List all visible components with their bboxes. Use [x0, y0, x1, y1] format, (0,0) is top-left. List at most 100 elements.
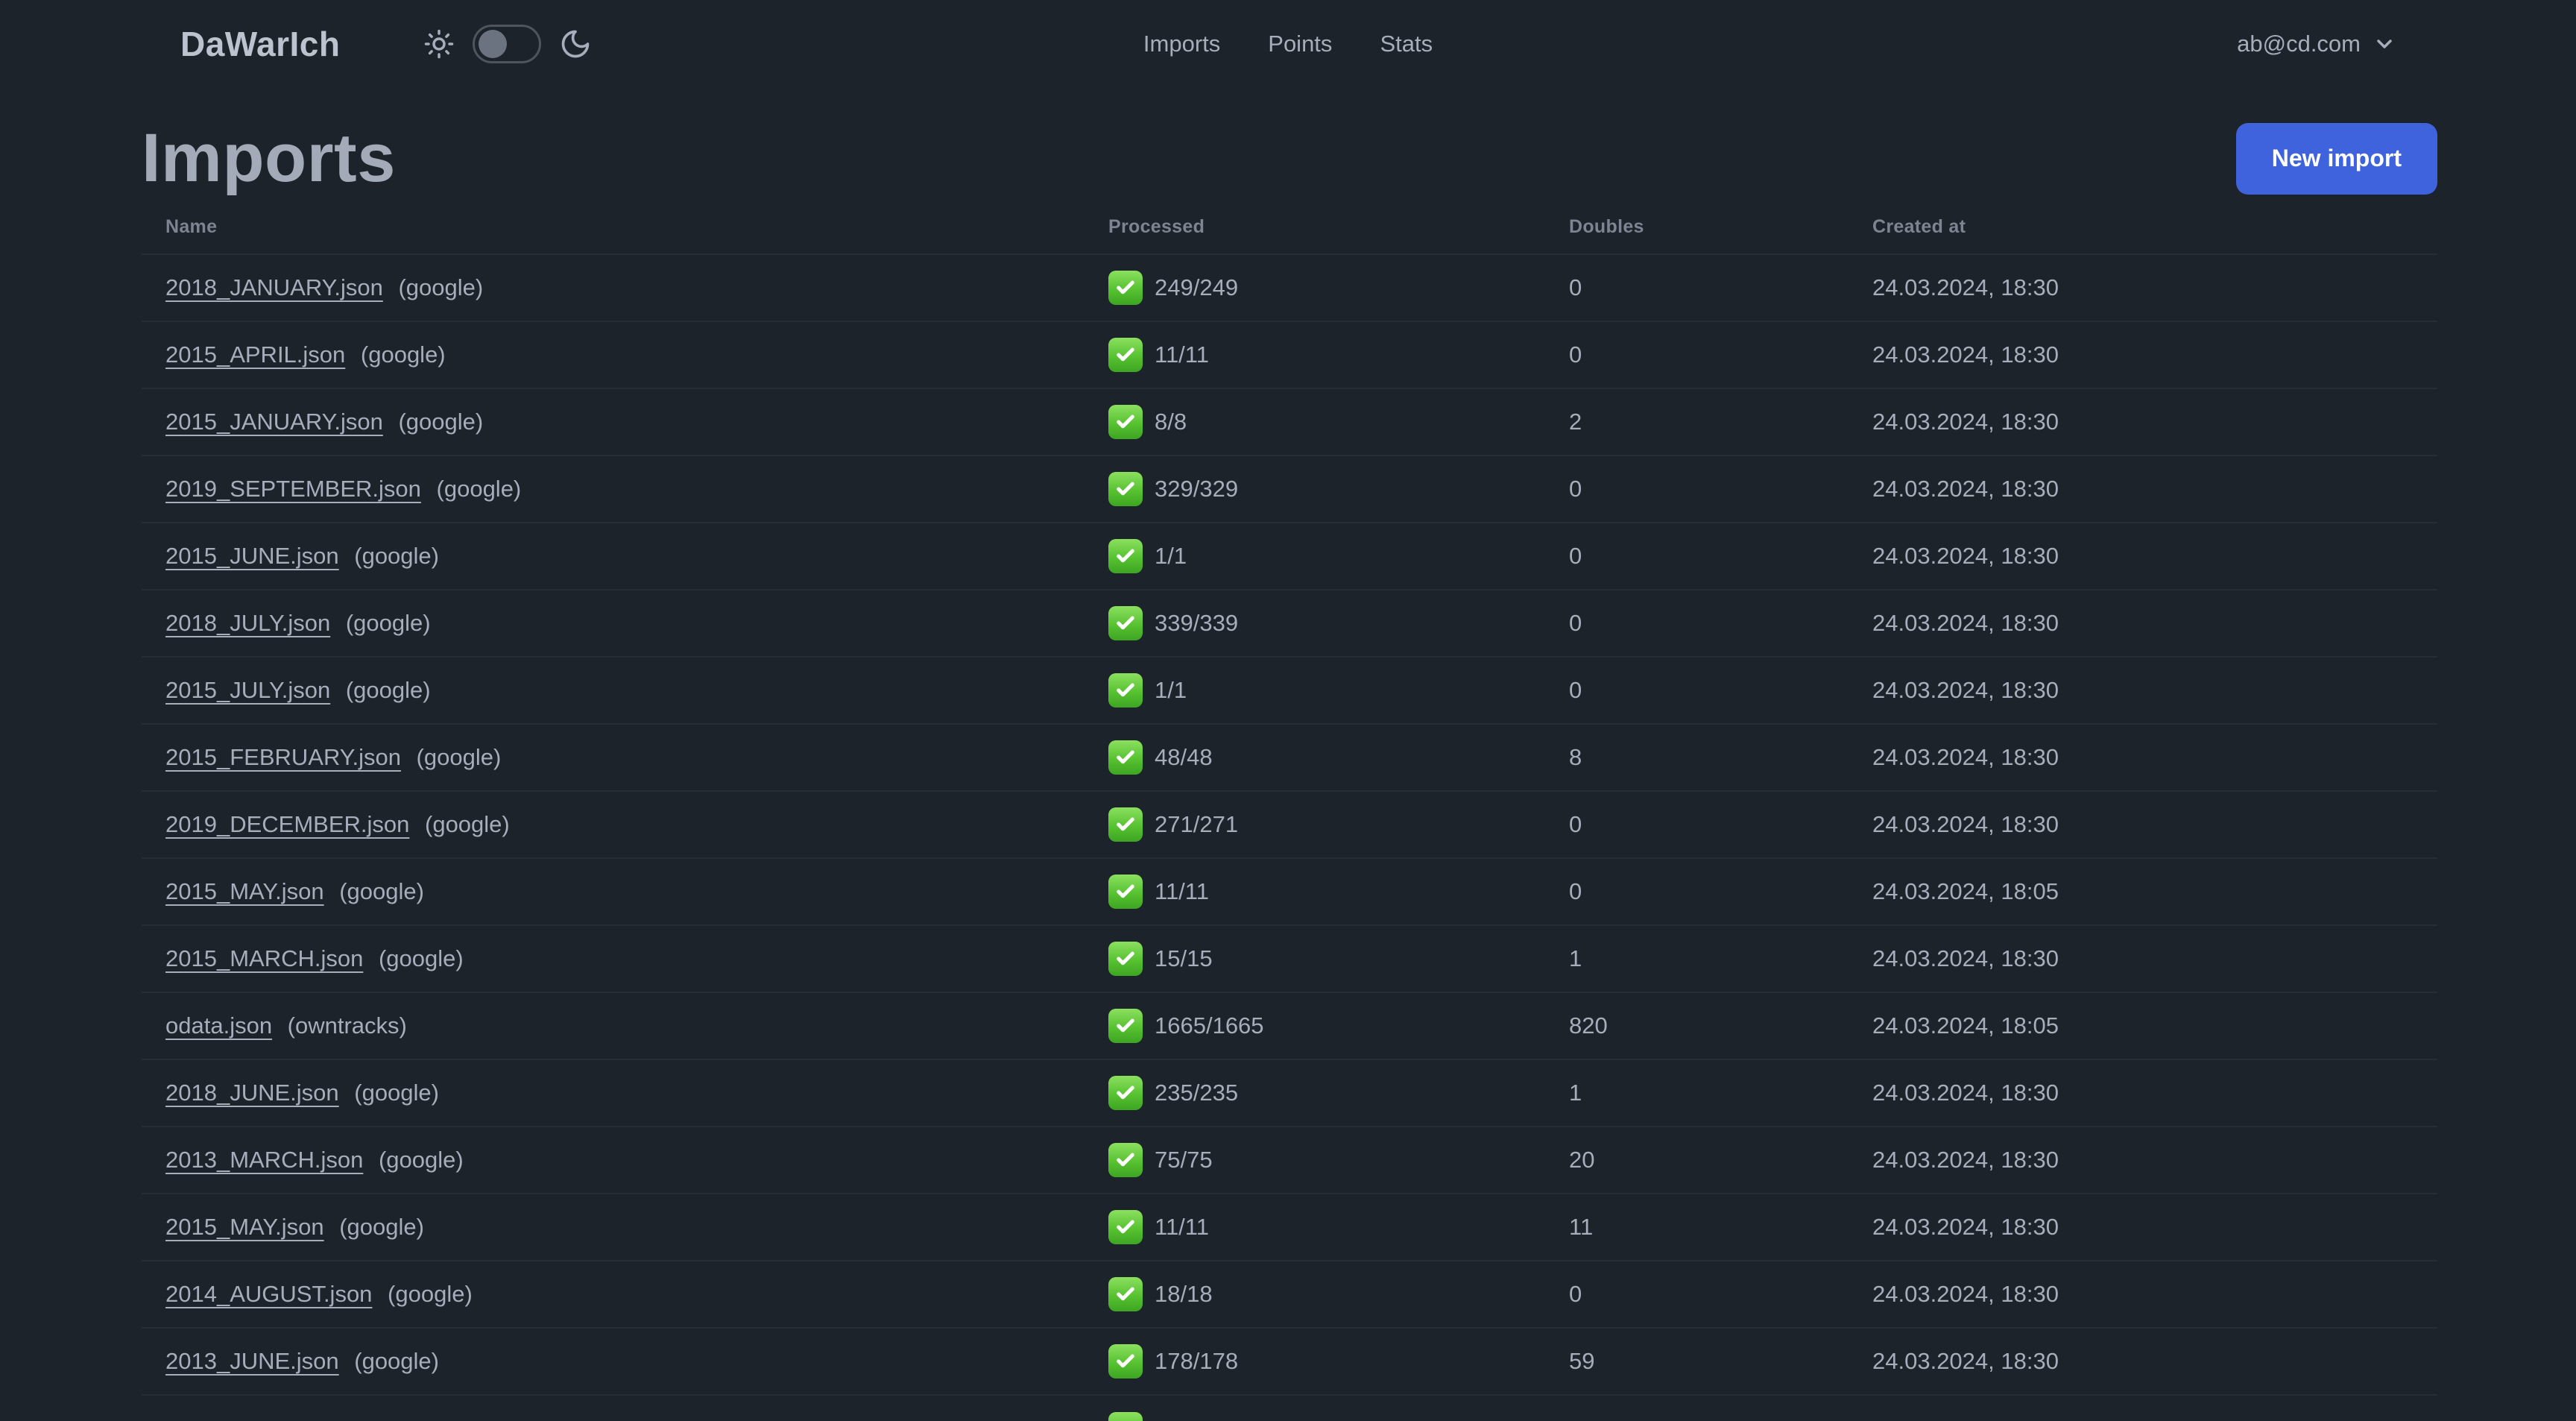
- name-cell: 2015_MARCH.json (google): [142, 925, 1085, 992]
- doubles-cell: 0: [1569, 1281, 1582, 1308]
- brand-logo[interactable]: DaWarIch: [180, 24, 340, 64]
- green-check-icon: [1108, 1076, 1143, 1111]
- processed-cell: 249/249: [1085, 254, 1545, 321]
- doubles-cell: 0: [1569, 878, 1582, 905]
- doubles-cell: 0: [1569, 476, 1582, 502]
- file-source: (google): [339, 610, 431, 637]
- processed-cell: 18/18: [1085, 1261, 1545, 1328]
- table-row: 2018_JUNE.json (google) 235/235 1 24.03.…: [142, 1059, 2437, 1127]
- file-link[interactable]: 2014_AUGUST.json: [165, 1281, 372, 1307]
- green-check-icon: [1108, 673, 1143, 708]
- file-link[interactable]: 2015_MAY.json: [165, 878, 324, 904]
- file-source: (google): [429, 476, 522, 502]
- processed-count: 1/1: [1155, 677, 1187, 704]
- created-at-cell: [1849, 1395, 2437, 1421]
- name-cell: 2015_MAY.json (google): [142, 1194, 1085, 1261]
- doubles-cell: 0: [1569, 677, 1582, 704]
- doubles-cell: 11: [1569, 1214, 1594, 1241]
- doubles-cell: 20: [1569, 1147, 1595, 1173]
- name-cell: 2013_MARCH.json (google): [142, 1127, 1085, 1194]
- theme-switch[interactable]: [473, 25, 542, 63]
- processed-count: 329/329: [1155, 476, 1239, 502]
- name-cell: 2018_JUNE.json (google): [142, 1059, 1085, 1127]
- created-at-cell: 24.03.2024, 18:05: [1872, 878, 2059, 905]
- file-link[interactable]: 2019_SEPTEMBER.json: [165, 476, 421, 502]
- table-row: 2015_APRIL.json (google) 11/11 0 24.03.2…: [142, 321, 2437, 388]
- green-check-icon: [1108, 606, 1143, 641]
- name-cell: 2013_JUNE.json (google): [142, 1328, 1085, 1395]
- file-link[interactable]: 2013_JUNE.json: [165, 1348, 339, 1374]
- name-cell: 2018_JANUARY.json (google): [142, 254, 1085, 321]
- file-link[interactable]: 2018_JUNE.json: [165, 1080, 339, 1106]
- file-link[interactable]: odata.json: [165, 1012, 272, 1039]
- created-at-cell: 24.03.2024, 18:30: [1872, 476, 2059, 502]
- table-row: 2015_JUNE.json (google) 1/1 0 24.03.2024…: [142, 523, 2437, 590]
- file-source: (google): [381, 1281, 473, 1308]
- file-link[interactable]: 2013_MARCH.json: [165, 1147, 363, 1173]
- file-link[interactable]: 2015_MARCH.json: [165, 945, 363, 971]
- name-cell: 2014_AUGUST.json (google): [142, 1261, 1085, 1328]
- column-header-doubles: Doubles: [1569, 216, 1644, 238]
- table-row: 2013_MARCH.json (google) 75/75 20 24.03.…: [142, 1127, 2437, 1194]
- moon-icon: [559, 28, 592, 60]
- nav-link-points[interactable]: Points: [1268, 31, 1332, 57]
- file-link[interactable]: 2015_FEBRUARY.json: [165, 744, 401, 770]
- doubles-cell: 0: [1569, 274, 1582, 301]
- table-row: 2015_MARCH.json (google) 15/15 1 24.03.2…: [142, 925, 2437, 992]
- table-header-row: Name Processed Doubles Created at: [142, 201, 2437, 254]
- created-at-cell: 24.03.2024, 18:30: [1872, 945, 2059, 972]
- doubles-cell: 0: [1569, 341, 1582, 368]
- file-link[interactable]: 2019_DECEMBER.json: [165, 811, 409, 837]
- processed-count: 48/48: [1155, 744, 1213, 771]
- green-check-icon: [1108, 1411, 1143, 1421]
- processed-count: 8/8: [1155, 409, 1187, 435]
- processed-count: 178/178: [1155, 1348, 1239, 1375]
- created-at-cell: 24.03.2024, 18:30: [1872, 1214, 2059, 1241]
- processed-count: 235/235: [1155, 1080, 1239, 1106]
- green-check-icon: [1108, 1277, 1143, 1312]
- created-at-cell: 24.03.2024, 18:30: [1872, 274, 2059, 301]
- file-link[interactable]: 2015_JUNE.json: [165, 543, 339, 569]
- table-row: 2013_JUNE.json (google) 178/178 59 24.03…: [142, 1328, 2437, 1395]
- name-cell: odata.json (owntracks): [142, 992, 1085, 1059]
- processed-cell: 235/235: [1085, 1059, 1545, 1127]
- processed-count: 15/15: [1155, 945, 1213, 972]
- name-cell: 2015_APRIL.json (google): [142, 321, 1085, 388]
- green-check-icon: [1108, 338, 1143, 373]
- processed-cell: 178/178: [1085, 1328, 1545, 1395]
- file-source: (google): [332, 878, 424, 905]
- created-at-cell: 24.03.2024, 18:30: [1872, 811, 2059, 838]
- green-check-icon: [1108, 807, 1143, 842]
- file-link[interactable]: 2015_APRIL.json: [165, 341, 345, 368]
- account-menu[interactable]: ab@cd.com: [2237, 31, 2396, 57]
- created-at-cell: 24.03.2024, 18:05: [1872, 1012, 2059, 1039]
- theme-toggle-group: [423, 25, 592, 63]
- name-cell: 2015_MAY.json (google): [142, 858, 1085, 925]
- chevron-down-icon: [2373, 32, 2396, 56]
- file-link[interactable]: 2018_JULY.json: [165, 610, 330, 636]
- file-link[interactable]: 2015_JANUARY.json: [165, 409, 383, 435]
- file-link[interactable]: 2015_JULY.json: [165, 677, 330, 703]
- table-row: 2015_FEBRUARY.json (google) 48/48 8 24.0…: [142, 724, 2437, 791]
- processed-count: 249/249: [1155, 274, 1239, 301]
- account-email: ab@cd.com: [2237, 31, 2361, 57]
- green-check-icon: [1108, 1344, 1143, 1379]
- created-at-cell: 24.03.2024, 18:30: [1872, 341, 2059, 368]
- green-check-icon: [1108, 740, 1143, 775]
- created-at-cell: 24.03.2024, 18:30: [1872, 1348, 2059, 1375]
- new-import-button[interactable]: New import: [2235, 122, 2437, 195]
- doubles-cell: 1: [1569, 945, 1582, 972]
- file-link[interactable]: 2015_MAY.json: [165, 1214, 324, 1240]
- green-check-icon: [1108, 539, 1143, 574]
- table-row: [142, 1395, 2437, 1421]
- doubles-cell: 1: [1569, 1080, 1582, 1106]
- nav-link-stats[interactable]: Stats: [1380, 31, 1433, 57]
- green-check-icon: [1108, 1143, 1143, 1178]
- navbar: DaWarIch Imports Points Stats ab@cd.com: [0, 0, 2576, 88]
- processed-count: 18/18: [1155, 1281, 1213, 1308]
- file-link[interactable]: 2018_JANUARY.json: [165, 274, 383, 300]
- green-check-icon: [1108, 472, 1143, 507]
- doubles-cell: 8: [1569, 744, 1582, 771]
- table-row: 2015_MAY.json (google) 11/11 11 24.03.20…: [142, 1194, 2437, 1261]
- nav-link-imports[interactable]: Imports: [1143, 31, 1220, 57]
